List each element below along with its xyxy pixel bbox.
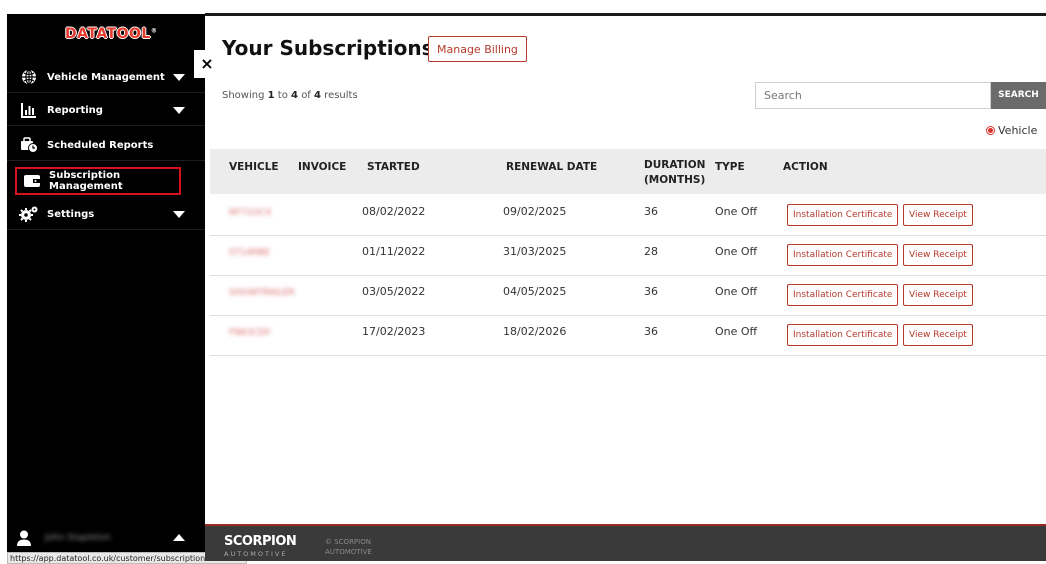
- scheduled-reports-icon: [19, 136, 39, 154]
- scorpion-logo-subtitle: AUTOMOTIVE: [224, 550, 288, 558]
- user-name: John Stapleton: [45, 533, 111, 543]
- vehicle-filter-radio[interactable]: Vehicle: [986, 124, 1037, 137]
- chevron-down-icon: [173, 211, 185, 218]
- installation-certificate-button[interactable]: Installation Certificate: [787, 324, 899, 346]
- gears-icon: [19, 205, 39, 223]
- scorpion-logo: SCORPION: [224, 534, 297, 549]
- started-cell: 17/02/2023: [362, 325, 426, 338]
- column-header-vehicle[interactable]: VEHICLE: [229, 160, 279, 175]
- column-header-renewal-date[interactable]: RENEWAL DATE: [506, 160, 597, 175]
- page-title: Your Subscriptions: [222, 36, 434, 60]
- chevron-down-icon: [173, 74, 185, 81]
- duration-cell: 36: [644, 285, 658, 298]
- radio-label: Vehicle: [998, 124, 1038, 137]
- chevron-down-icon: [173, 107, 185, 114]
- sidebar-item-label: Settings: [47, 208, 95, 220]
- wallet-icon: [23, 172, 41, 190]
- started-cell: 01/11/2022: [362, 245, 426, 258]
- view-receipt-button[interactable]: View Receipt: [903, 284, 973, 306]
- vehicle-cell[interactable]: SHOWTRAILER: [229, 288, 295, 298]
- column-header-type[interactable]: TYPE: [715, 160, 745, 175]
- vehicle-cell[interactable]: FN63CDY: [229, 328, 271, 338]
- sidebar-item-label: Vehicle Management: [47, 71, 165, 83]
- user-menu[interactable]: John Stapleton: [7, 527, 205, 549]
- type-cell: One Off: [715, 285, 758, 298]
- vehicle-cell[interactable]: ST14RBE: [229, 248, 270, 258]
- view-receipt-button[interactable]: View Receipt: [903, 204, 973, 226]
- table-row: ST14RBE 01/11/2022 31/03/2025 28 One Off…: [210, 235, 1046, 276]
- started-cell: 03/05/2022: [362, 285, 426, 298]
- renewal-cell: 18/02/2026: [503, 325, 567, 338]
- manage-billing-button[interactable]: Manage Billing: [428, 36, 527, 62]
- table-row: SHOWTRAILER 03/05/2022 04/05/2025 36 One…: [210, 275, 1046, 316]
- duration-cell: 36: [644, 325, 658, 338]
- started-cell: 08/02/2022: [362, 205, 426, 218]
- renewal-cell: 04/05/2025: [503, 285, 567, 298]
- vehicle-cell[interactable]: RF71OCX: [229, 208, 271, 218]
- sidebar-item-settings[interactable]: Settings: [7, 199, 205, 230]
- column-header-duration[interactable]: DURATION (MONTHS): [644, 158, 714, 188]
- close-sidebar-button[interactable]: ×: [194, 50, 220, 78]
- table-row: FN63CDY 17/02/2023 18/02/2026 36 One Off…: [210, 315, 1046, 356]
- type-cell: One Off: [715, 325, 758, 338]
- globe-icon: [19, 68, 39, 86]
- view-receipt-button[interactable]: View Receipt: [903, 324, 973, 346]
- search-input[interactable]: Search: [755, 82, 991, 109]
- user-icon: [17, 530, 31, 546]
- sidebar-item-subscription-management[interactable]: Subscription Management: [15, 167, 181, 195]
- column-header-action: ACTION: [783, 161, 828, 173]
- search-button[interactable]: SEARCH: [991, 82, 1046, 109]
- footer-copyright: © SCORPION AUTOMOTIVE: [325, 538, 372, 556]
- duration-cell: 36: [644, 205, 658, 218]
- top-bar: [0, 0, 1046, 14]
- bar-chart-icon: [19, 101, 39, 119]
- type-cell: One Off: [715, 245, 758, 258]
- footer: SCORPION AUTOMOTIVE © SCORPION AUTOMOTIV…: [205, 524, 1046, 561]
- sidebar: DATATOOL® Vehicle Management Reporting S…: [7, 14, 205, 561]
- sidebar-item-reporting[interactable]: Reporting: [7, 95, 205, 126]
- sidebar-item-vehicle-management[interactable]: Vehicle Management: [7, 62, 205, 93]
- sidebar-item-label: Scheduled Reports: [47, 139, 154, 151]
- table-row: RF71OCX 08/02/2022 09/02/2025 36 One Off…: [210, 195, 1046, 236]
- datatool-logo[interactable]: DATATOOL®: [65, 26, 157, 42]
- sidebar-item-label: Subscription Management: [49, 170, 123, 192]
- installation-certificate-button[interactable]: Installation Certificate: [787, 284, 899, 306]
- chevron-up-icon: [173, 534, 185, 541]
- sidebar-item-scheduled-reports[interactable]: Scheduled Reports: [7, 130, 205, 161]
- installation-certificate-button[interactable]: Installation Certificate: [787, 204, 899, 226]
- top-divider: [205, 13, 1046, 16]
- table-header: VEHICLE INVOICE STARTED RENEWAL DATE DUR…: [210, 149, 1046, 194]
- view-receipt-button[interactable]: View Receipt: [903, 244, 973, 266]
- sidebar-item-label: Reporting: [47, 104, 103, 116]
- installation-certificate-button[interactable]: Installation Certificate: [787, 244, 899, 266]
- renewal-cell: 09/02/2025: [503, 205, 567, 218]
- results-summary: Showing 1 to 4 of 4 results: [222, 90, 358, 101]
- radio-selected-icon: [986, 126, 995, 135]
- renewal-cell: 31/03/2025: [503, 245, 567, 258]
- type-cell: One Off: [715, 205, 758, 218]
- duration-cell: 28: [644, 245, 658, 258]
- column-header-invoice[interactable]: INVOICE: [298, 160, 346, 175]
- column-header-started[interactable]: STARTED: [367, 160, 420, 175]
